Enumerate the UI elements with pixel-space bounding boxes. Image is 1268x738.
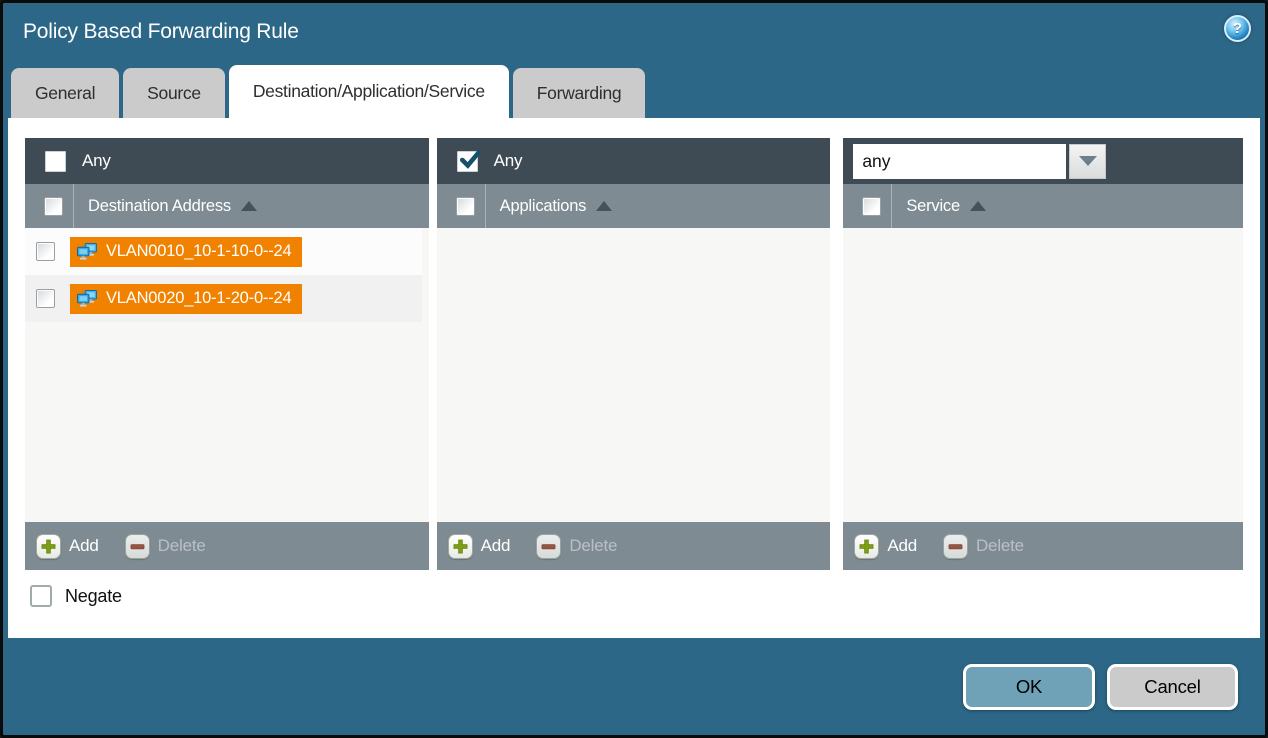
chevron-down-icon	[1079, 156, 1097, 166]
applications-any-checkbox[interactable]	[457, 151, 478, 172]
sort-ascending-icon	[596, 201, 612, 211]
cancel-button[interactable]: Cancel	[1107, 664, 1238, 710]
applications-list	[437, 228, 831, 522]
plus-icon	[448, 534, 473, 559]
destination-address-panel: Any Destination Address	[25, 138, 429, 570]
row-checkbox[interactable]	[36, 289, 55, 308]
negate-row: Negate	[25, 585, 1243, 607]
header-divider	[891, 184, 892, 228]
network-address-icon	[76, 243, 99, 261]
network-address-icon	[76, 290, 99, 308]
destination-add-button[interactable]: Add	[36, 534, 99, 559]
destination-header-label: Destination Address	[88, 197, 231, 216]
destination-address-list: VLAN0010_10-1-10-0--24	[25, 228, 429, 522]
address-tag-label: VLAN0010_10-1-10-0--24	[106, 242, 291, 261]
destination-address-column-header[interactable]: Destination Address	[25, 184, 429, 228]
destination-any-label: Any	[82, 151, 111, 171]
service-add-button[interactable]: Add	[854, 534, 917, 559]
destination-any-bar: Any	[25, 138, 429, 184]
dialog-titlebar: Policy Based Forwarding Rule ?	[3, 3, 1265, 65]
service-dropdown-bar	[843, 138, 1243, 184]
tab-general[interactable]: General	[11, 68, 119, 118]
row-checkbox[interactable]	[36, 242, 55, 261]
policy-based-forwarding-dialog: Policy Based Forwarding Rule ? General S…	[0, 0, 1268, 738]
service-list	[843, 228, 1243, 522]
applications-any-label: Any	[494, 151, 523, 171]
service-delete-button[interactable]: Delete	[943, 534, 1024, 559]
applications-actions-bar: Add Delete	[437, 522, 831, 570]
service-header-label: Service	[906, 197, 960, 216]
applications-delete-button[interactable]: Delete	[536, 534, 617, 559]
tab-destination-application-service[interactable]: Destination/Application/Service	[229, 65, 509, 118]
applications-add-button[interactable]: Add	[448, 534, 511, 559]
applications-header-label: Applications	[500, 197, 587, 216]
service-dropdown-input[interactable]	[853, 144, 1066, 179]
list-item[interactable]: VLAN0010_10-1-10-0--24	[25, 228, 422, 275]
service-panel: Service Add Delete	[843, 138, 1243, 570]
list-item[interactable]: VLAN0020_10-1-20-0--24	[25, 275, 422, 322]
header-divider	[485, 184, 486, 228]
service-column-header[interactable]: Service	[843, 184, 1243, 228]
service-dropdown-arrow-button[interactable]	[1069, 144, 1106, 179]
applications-column-header[interactable]: Applications	[437, 184, 831, 228]
destination-select-all-checkbox[interactable]	[44, 197, 63, 216]
dialog-footer: OK Cancel	[3, 638, 1265, 735]
negate-checkbox[interactable]	[30, 585, 52, 607]
minus-icon	[536, 534, 561, 559]
minus-icon	[125, 534, 150, 559]
checkmark-icon	[459, 149, 481, 171]
plus-icon	[36, 534, 61, 559]
applications-select-all-checkbox[interactable]	[456, 197, 475, 216]
content-panel: Any Destination Address	[8, 118, 1260, 638]
tab-bar: General Source Destination/Application/S…	[11, 65, 645, 118]
destination-delete-button[interactable]: Delete	[125, 534, 206, 559]
minus-icon	[943, 534, 968, 559]
help-icon[interactable]: ?	[1224, 15, 1251, 42]
address-tag[interactable]: VLAN0020_10-1-20-0--24	[70, 284, 302, 314]
ok-button[interactable]: OK	[963, 664, 1095, 710]
address-tag[interactable]: VLAN0010_10-1-10-0--24	[70, 237, 302, 267]
dialog-title: Policy Based Forwarding Rule	[23, 20, 299, 44]
header-divider	[73, 184, 74, 228]
service-select-all-checkbox[interactable]	[862, 197, 881, 216]
service-dropdown	[853, 144, 1106, 179]
applications-panel: Any Applications Add	[437, 138, 831, 570]
service-actions-bar: Add Delete	[843, 522, 1243, 570]
sort-ascending-icon	[241, 201, 257, 211]
destination-any-checkbox[interactable]	[45, 151, 66, 172]
columns-container: Any Destination Address	[25, 138, 1243, 570]
address-tag-label: VLAN0020_10-1-20-0--24	[106, 289, 291, 308]
tab-forwarding[interactable]: Forwarding	[513, 68, 646, 118]
applications-any-bar: Any	[437, 138, 831, 184]
destination-actions-bar: Add Delete	[25, 522, 429, 570]
plus-icon	[854, 534, 879, 559]
sort-ascending-icon	[970, 201, 986, 211]
negate-label: Negate	[65, 586, 122, 607]
tab-source[interactable]: Source	[123, 68, 225, 118]
